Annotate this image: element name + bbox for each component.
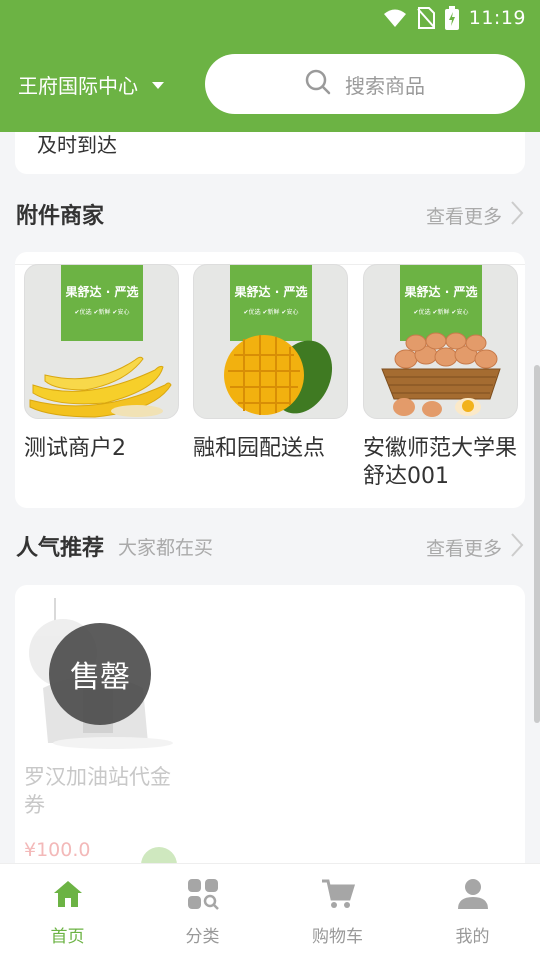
nav-label: 购物车 [312, 926, 363, 947]
view-more-label: 查看更多 [425, 538, 502, 560]
banner-subtitle: ✔优选 ✔新鲜 ✔安心 [74, 309, 130, 316]
merchant-name: 测试商户2 [24, 436, 126, 461]
status-bar: 11:19 [383, 6, 526, 30]
app-header: 11:19 王府国际中心 搜索商品 [0, 0, 540, 132]
chevron-down-icon [152, 82, 164, 89]
nav-item-cart[interactable]: 购物车 [270, 864, 405, 960]
sold-out-badge: 售罄 [49, 623, 151, 725]
merchant-image: 果舒达 · 严选 ✔优选 ✔新鲜 ✔安心 [24, 264, 179, 419]
merchant-card[interactable]: 果舒达 · 严选 ✔优选 ✔新鲜 ✔安心 安徽师范大学果舒达001 [363, 264, 518, 491]
wifi-icon [383, 8, 407, 28]
merchant-image: 果舒达 · 严选 ✔优选 ✔新鲜 ✔安心 [193, 264, 348, 419]
scrollbar[interactable] [534, 365, 540, 723]
merchant-image: 果舒达 · 严选 ✔优选 ✔新鲜 ✔安心 [363, 264, 518, 419]
product-name: 罗汉加油站代金券 [24, 765, 171, 817]
banner-title: 果舒达 · 严选 [65, 285, 139, 299]
delivery-info-text: 及时到达 [37, 133, 117, 157]
cart-icon [321, 878, 355, 914]
banner-subtitle: ✔优选 ✔新鲜 ✔安心 [413, 309, 469, 316]
section-subtitle: 大家都在买 [118, 536, 214, 559]
banana-image [29, 356, 172, 418]
view-more-label: 查看更多 [425, 206, 502, 228]
banner-subtitle: ✔优选 ✔新鲜 ✔安心 [243, 309, 299, 316]
no-sim-icon [416, 7, 435, 29]
chevron-right-icon [510, 200, 524, 231]
merchant-name: 融和园配送点 [193, 436, 326, 461]
nav-label: 分类 [185, 926, 220, 947]
bottom-nav: 首页 分类 购物车 我的 [0, 863, 540, 960]
category-icon [187, 878, 219, 914]
search-icon [305, 69, 331, 99]
merchants-card: 果舒达 · 严选 ✔优选 ✔新鲜 ✔安心 测试商户2 果舒达 · 严选 ✔优选 … [15, 252, 525, 508]
nearby-merchants-header: 附件商家 查看更多 [16, 194, 524, 234]
home-icon [52, 878, 84, 914]
view-more-popular-link[interactable]: 查看更多 [426, 532, 524, 563]
clock-time: 11:19 [468, 7, 526, 29]
banner-title: 果舒达 · 严选 [234, 285, 308, 299]
product-price: ¥100.0 [24, 839, 91, 861]
merchant-card[interactable]: 果舒达 · 严选 ✔优选 ✔新鲜 ✔安心 测试商户2 [24, 264, 179, 463]
popular-header: 人气推荐 大家都在买 查看更多 [16, 526, 524, 566]
search-placeholder: 搜索商品 [345, 73, 425, 98]
location-selector[interactable]: 王府国际中心 [18, 70, 164, 99]
section-title: 人气推荐 [16, 536, 105, 561]
mango-image [224, 335, 333, 415]
nav-label: 我的 [455, 926, 490, 947]
eggs-basket-image [381, 332, 501, 417]
nav-label: 首页 [50, 926, 85, 947]
nav-item-profile[interactable]: 我的 [405, 864, 540, 960]
merchant-name: 安徽师范大学果舒达001 [363, 436, 518, 489]
nav-item-category[interactable]: 分类 [135, 864, 270, 960]
banner-title: 果舒达 · 严选 [404, 285, 478, 299]
chevron-right-icon [510, 532, 524, 563]
merchant-card[interactable]: 果舒达 · 严选 ✔优选 ✔新鲜 ✔安心 融和园配送点 [193, 264, 348, 463]
merchant-banner: 果舒达 · 严选 ✔优选 ✔新鲜 ✔安心 [61, 265, 143, 341]
view-more-merchants-link[interactable]: 查看更多 [426, 200, 524, 231]
section-title: 附件商家 [16, 204, 105, 229]
location-label: 王府国际中心 [18, 74, 138, 98]
delivery-info-card: 及时到达 [15, 132, 525, 174]
search-bar[interactable]: 搜索商品 [205, 54, 525, 114]
user-icon [457, 878, 489, 914]
nav-item-home[interactable]: 首页 [0, 864, 135, 960]
battery-icon [444, 6, 459, 30]
